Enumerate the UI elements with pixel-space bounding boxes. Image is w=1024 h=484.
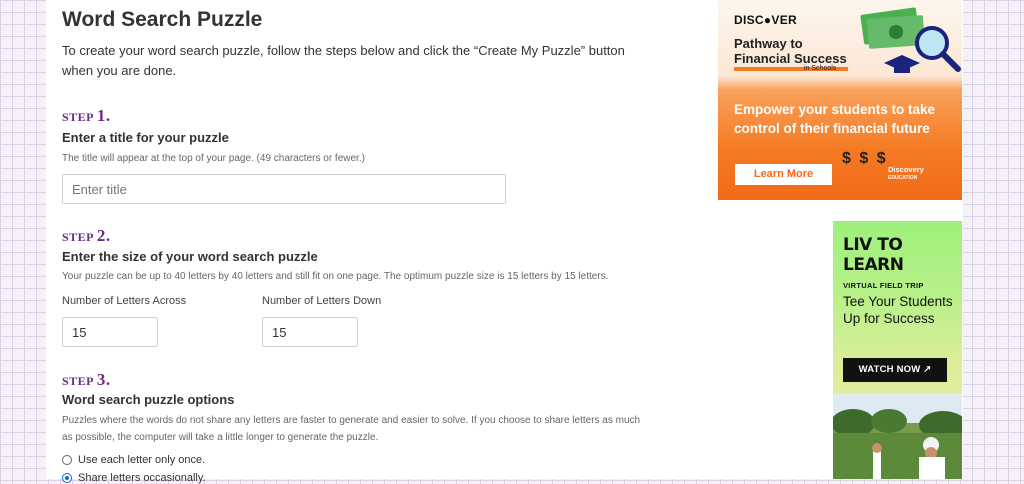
step-3-heading: Word search puzzle options (62, 392, 235, 407)
radio-button-selected[interactable] (62, 473, 72, 483)
step-3-help: Puzzles where the words do not share any… (62, 415, 641, 443)
discover-logo: DISC●VER (734, 13, 797, 27)
step-1-label: STEP 1. (62, 106, 111, 126)
partner-line: Discovery (888, 165, 924, 174)
magnifier-icon (915, 26, 961, 72)
option-share-occasionally[interactable]: Share letters occasionally. (62, 472, 206, 484)
money-icon (860, 7, 961, 73)
step-word: STEP (62, 374, 94, 388)
step-number: 1. (96, 106, 111, 125)
step-number: 2. (96, 226, 111, 245)
option-label: Use each letter only once. (78, 454, 206, 466)
page-intro: To create your word search puzzle, follo… (62, 43, 625, 78)
option-letter-once[interactable]: Use each letter only once. (62, 454, 205, 466)
ad-tagline: Empower your students to take control of… (734, 102, 936, 136)
partner-line: EDUCATION (888, 175, 918, 181)
watch-now-button[interactable]: WATCH NOW ↗ (843, 358, 947, 382)
puzzle-title-input[interactable] (62, 174, 506, 204)
discovery-education-logo: Discovery EDUCATION (888, 166, 924, 182)
option-label: Share letters occasionally. (78, 472, 206, 484)
ad-headline: Pathway to Financial Success (734, 36, 847, 66)
letters-down-label: Number of Letters Down (262, 295, 382, 307)
letters-across-label: Number of Letters Across (62, 295, 187, 307)
golfer-photo (833, 393, 962, 479)
ad-discover-banner[interactable]: DISC●VER Pathway to Financial Success in… (718, 0, 962, 200)
page-title: Word Search Puzzle (62, 8, 263, 31)
letters-down-input[interactable] (262, 317, 358, 347)
graduation-cap-icon (884, 55, 920, 73)
letters-across-input[interactable] (62, 317, 158, 347)
step-word: STEP (62, 230, 94, 244)
ad-headline-line: Financial Success (734, 51, 847, 66)
step-3-label: STEP 3. (62, 370, 111, 390)
livtolearn-logo: LIV TO LEARN (843, 235, 904, 275)
ad-kicker: VIRTUAL FIELD TRIP (843, 281, 924, 290)
radio-button[interactable] (62, 455, 72, 465)
ad-livtolearn-banner[interactable]: LIV TO LEARN VIRTUAL FIELD TRIP Tee Your… (833, 221, 962, 479)
step-word: STEP (62, 110, 94, 124)
step-2-label: STEP 2. (62, 226, 111, 246)
ad-headline-line: Pathway to (734, 36, 803, 51)
step-1-help: The title will appear at the top of your… (62, 153, 365, 164)
learn-more-button[interactable]: Learn More (735, 164, 832, 185)
step-1-heading: Enter a title for your puzzle (62, 130, 229, 145)
ad-sub: in Schools (804, 65, 837, 72)
step-2-heading: Enter the size of your word search puzzl… (62, 249, 318, 264)
ad-headline: Tee Your Students Up for Success (843, 294, 953, 326)
step-2-help: Your puzzle can be up to 40 letters by 4… (62, 271, 609, 282)
dollar-signs: $ $ $ (842, 150, 888, 167)
step-number: 3. (96, 370, 111, 389)
